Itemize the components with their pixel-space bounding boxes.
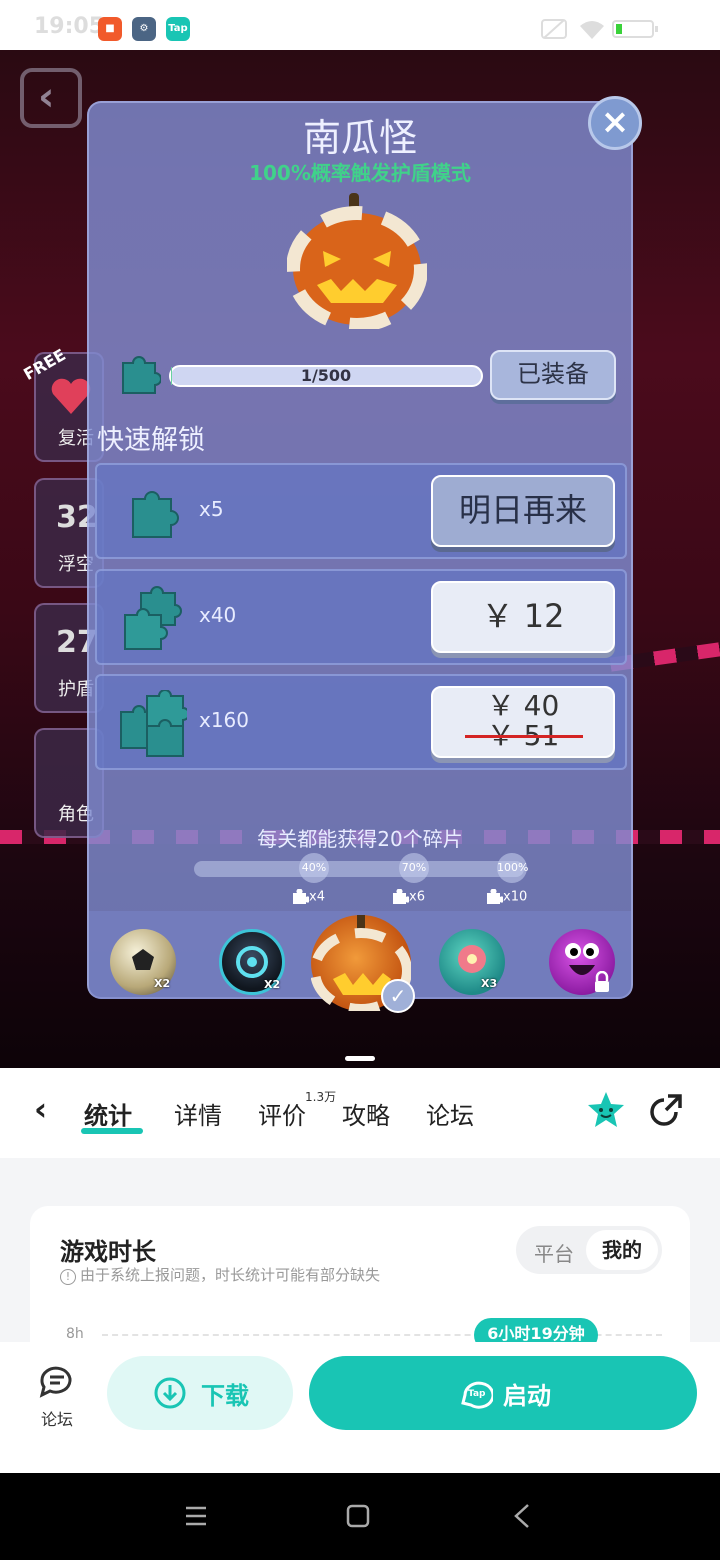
back-icon[interactable] <box>512 1503 532 1529</box>
taptap-logo-icon: Tap <box>461 1381 493 1409</box>
launch-label: 启动 <box>503 1382 551 1410</box>
mute-icon <box>541 19 567 39</box>
puzzle-piece-icon <box>393 889 409 904</box>
skin-title: 南瓜怪 <box>302 116 417 160</box>
checkmark-icon: ✓ <box>381 979 415 1013</box>
milestone-40: 40% <box>299 853 329 883</box>
unlock-row-x160: x160 ￥ 40 ￥ 51 <box>95 674 627 770</box>
equipped-button[interactable]: 已装备 <box>490 350 616 400</box>
skin-selector: X2 X2 ✓ X3 <box>89 911 631 1013</box>
axis-label: 8h <box>66 1326 84 1342</box>
puzzle-pile-icon <box>120 690 187 757</box>
playtime-note-text: 由于系统上报问题，时长统计可能有部分缺失 <box>80 1266 381 1284</box>
game-back-button[interactable]: ‹ <box>20 68 82 128</box>
fragment-quantity: x160 <box>199 708 250 732</box>
skin-unlock-dialog: × 南瓜怪 100%概率触发护盾模式 1/500 已装备 快速解锁 x5 明日再… <box>87 96 642 1013</box>
back-arrow-icon: ‹ <box>38 74 55 120</box>
menu-icon[interactable] <box>184 1505 208 1527</box>
playtime-scope-toggle: 平台 我的 <box>516 1226 662 1274</box>
status-time: 19:05 <box>34 14 105 39</box>
review-count-badge: 1.3万 <box>305 1090 337 1104</box>
forum-label: 论坛 <box>40 1410 73 1429</box>
game-viewport: ‹ 复活 FREE 32 浮空 27 护盾 角色 × 南瓜怪 100%概率触发护… <box>0 50 720 1068</box>
fragment-quantity: x40 <box>199 603 237 627</box>
bottom-action-bar: 论坛 下载 Tap 启动 <box>0 1342 720 1473</box>
milestone-reward: x10 <box>485 889 527 905</box>
info-icon: ! <box>60 1269 76 1285</box>
price-strikethrough <box>465 735 583 738</box>
settings-app-icon: ⚙ <box>132 17 156 41</box>
milestone-reward: x6 <box>391 889 425 905</box>
wifi-icon <box>580 21 604 39</box>
skin-subtitle: 100%概率触发护盾模式 <box>249 161 471 185</box>
milestone-70: 70% <box>399 853 429 883</box>
skin-badge: X3 <box>481 977 498 990</box>
level-progress-track <box>194 861 524 877</box>
skin-badge: X2 <box>264 978 281 991</box>
fragment-progress-bar: 1/500 <box>169 365 483 387</box>
reward-count: x4 <box>309 889 325 905</box>
skin-purple-monster-locked[interactable] <box>549 929 615 995</box>
fragment-quantity: x5 <box>199 497 224 521</box>
playtime-note: ! 由于系统上报问题，时长统计可能有部分缺失 <box>60 1264 380 1285</box>
unlock-row-x5: x5 明日再来 <box>95 463 627 559</box>
back-button[interactable]: ‹ <box>34 1090 47 1128</box>
download-button[interactable]: 下载 <box>107 1356 293 1430</box>
download-icon <box>154 1377 186 1409</box>
forum-button[interactable]: 论坛 <box>34 1364 80 1434</box>
puzzle-pieces-icon <box>124 586 182 650</box>
progress-text: 1/500 <box>300 366 352 385</box>
scope-platform[interactable]: 平台 <box>534 1238 574 1267</box>
lock-icon <box>595 971 609 992</box>
tab-details[interactable]: 详情 <box>174 1096 222 1131</box>
skin-flower-ball[interactable]: X3 <box>439 929 505 995</box>
quick-unlock-title: 快速解锁 <box>97 425 205 456</box>
buy-160-fragments-button[interactable]: ￥ 40 ￥ 51 <box>431 686 615 758</box>
tab-bar: ‹ 统计 详情 评价 1.3万 攻略 论坛 <box>0 1068 720 1158</box>
forum-chat-icon <box>39 1366 72 1398</box>
share-icon[interactable] <box>646 1092 684 1130</box>
come-back-tomorrow-button[interactable]: 明日再来 <box>431 475 615 547</box>
milestone-reward: x4 <box>291 889 325 905</box>
favorite-star-icon[interactable] <box>586 1090 626 1130</box>
skin-pumpkin-selected[interactable]: ✓ <box>311 915 415 1013</box>
system-nav-bar <box>0 1473 720 1560</box>
heart-icon <box>51 378 91 414</box>
milestone-100: 100% <box>497 853 528 883</box>
tab-guides[interactable]: 攻略 <box>342 1096 390 1131</box>
tab-stats[interactable]: 统计 <box>84 1096 132 1131</box>
unlock-row-x40: x40 ￥ 12 <box>95 569 627 665</box>
status-bar: 19:05 ■ ⚙ Tap <box>0 0 720 50</box>
battery-icon <box>612 20 658 38</box>
taptap-game-page: ‹ 统计 详情 评价 1.3万 攻略 论坛 游戏时长 ! 由于系统上报问题，时长统… <box>0 1068 720 1506</box>
puzzle-piece-icon <box>487 889 503 904</box>
taptap-app-icon: Tap <box>166 17 190 41</box>
split-drag-handle[interactable] <box>345 1056 375 1061</box>
skin-soccer-ball[interactable]: X2 <box>110 929 176 995</box>
daily-fragment-note: 每关都能获得20个碎片 <box>257 827 463 851</box>
puzzle-piece-icon <box>132 491 179 538</box>
tab-reviews[interactable]: 评价 <box>258 1096 306 1131</box>
pumpkin-skin-image <box>287 193 427 329</box>
download-label: 下载 <box>201 1382 249 1410</box>
home-icon[interactable] <box>346 1504 370 1528</box>
puzzle-piece-icon <box>293 889 309 904</box>
skin-badge: X2 <box>154 977 171 990</box>
playtime-title: 游戏时长 <box>60 1238 156 1266</box>
buy-40-fragments-button[interactable]: ￥ 12 <box>431 581 615 653</box>
recorder-app-icon: ■ <box>98 17 122 41</box>
reward-count: x10 <box>503 889 528 905</box>
active-tab-indicator <box>81 1128 143 1134</box>
skin-robot[interactable]: X2 <box>219 929 285 995</box>
tab-forum[interactable]: 论坛 <box>426 1096 474 1131</box>
scope-mine[interactable]: 我的 <box>586 1230 658 1270</box>
reward-count: x6 <box>409 889 425 905</box>
svg-text:Tap: Tap <box>468 1389 486 1399</box>
launch-button[interactable]: Tap 启动 <box>309 1356 697 1430</box>
puzzle-piece-icon <box>122 356 161 394</box>
